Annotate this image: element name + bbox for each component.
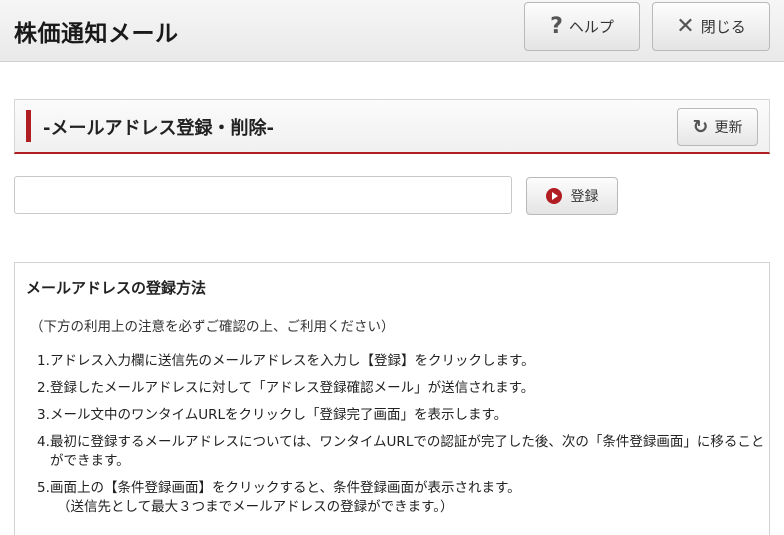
- step-number: 3.: [37, 407, 50, 423]
- step-number: 2.: [37, 380, 50, 396]
- instructions-note: （下方の利用上の注意を必ずご確認の上、ご利用ください）: [30, 319, 395, 335]
- play-circle-icon: [545, 188, 562, 204]
- section-header: -メールアドレス登録・削除- ↻ 更新: [14, 99, 770, 154]
- step-number: 4.: [37, 434, 50, 450]
- instructions-steps: 1. アドレス入力欄に送信先のメールアドレスを入力し【登録】をクリックします。 …: [37, 352, 765, 525]
- step-number: 5.: [37, 480, 50, 496]
- help-button[interactable]: ? ヘルプ: [524, 2, 640, 51]
- section-title: -メールアドレス登録・削除-: [43, 118, 274, 139]
- register-button[interactable]: 登録: [526, 177, 618, 215]
- close-button[interactable]: ✕ 閉じる: [652, 2, 770, 51]
- close-button-label: 閉じる: [700, 18, 746, 36]
- step-item: 4. 最初に登録するメールアドレスについては、ワンタイムURLでの認証が完了した…: [37, 433, 765, 471]
- instructions-box: メールアドレスの登録方法 （下方の利用上の注意を必ずご確認の上、ご利用ください）…: [14, 262, 770, 535]
- step-text-wrapper: 画面上の【条件登録画面】をクリックすると、条件登録画面が表示されます。 （送信先…: [50, 479, 765, 517]
- refresh-icon: ↻: [692, 115, 709, 138]
- section-accent-bar: [26, 110, 31, 142]
- help-button-label: ヘルプ: [568, 18, 614, 36]
- step-subtext: （送信先として最大３つまでメールアドレスの登録ができます。）: [57, 499, 454, 515]
- app-header: 株価通知メール ? ヘルプ ✕ 閉じる: [0, 0, 784, 62]
- step-text: 登録したメールアドレスに対して「アドレス登録確認メール」が送信されます。: [50, 380, 535, 396]
- instructions-title: メールアドレスの登録方法: [26, 279, 207, 297]
- x-mark-icon: ✕: [676, 13, 695, 39]
- step-number: 1.: [37, 353, 50, 369]
- step-item: 2. 登録したメールアドレスに対して「アドレス登録確認メール」が送信されます。: [37, 379, 765, 398]
- step-item: 1. アドレス入力欄に送信先のメールアドレスを入力し【登録】をクリックします。: [37, 352, 765, 371]
- step-text: メール文中のワンタイムURLをクリックし「登録完了画面」を表示します。: [50, 407, 508, 423]
- email-address-input[interactable]: [14, 176, 512, 214]
- question-mark-icon: ?: [550, 13, 563, 39]
- step-item: 5. 画面上の【条件登録画面】をクリックすると、条件登録画面が表示されます。 （…: [37, 479, 765, 517]
- register-button-label: 登録: [570, 189, 599, 205]
- step-text: 画面上の【条件登録画面】をクリックすると、条件登録画面が表示されます。: [50, 480, 521, 496]
- step-text: アドレス入力欄に送信先のメールアドレスを入力し【登録】をクリックします。: [50, 353, 535, 369]
- refresh-button[interactable]: ↻ 更新: [677, 108, 758, 146]
- page-title: 株価通知メール: [14, 21, 179, 47]
- step-item: 3. メール文中のワンタイムURLをクリックし「登録完了画面」を表示します。: [37, 406, 765, 425]
- refresh-button-label: 更新: [714, 120, 743, 136]
- step-text: 最初に登録するメールアドレスについては、ワンタイムURLでの認証が完了した後、次…: [50, 434, 765, 469]
